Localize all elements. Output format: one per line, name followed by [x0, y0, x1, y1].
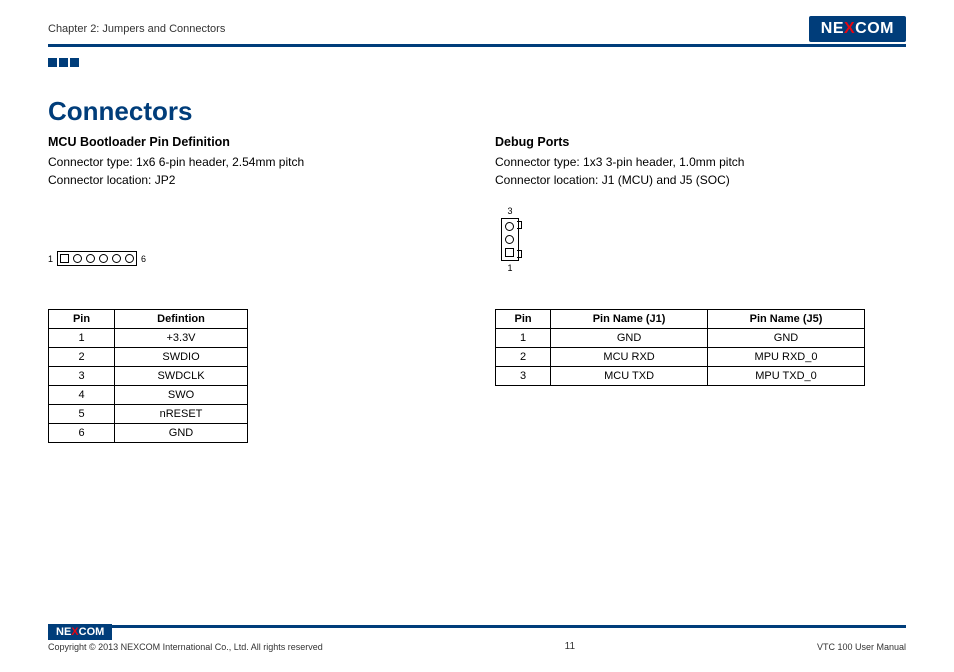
page-header: Chapter 2: Jumpers and Connectors NEXCOM [48, 16, 906, 42]
j1j5-connector-icon: 3 1 [501, 206, 519, 273]
table-row: 3SWDCLK [49, 367, 248, 386]
pin-5-icon [112, 254, 121, 263]
table-header-row: Pin Pin Name (J1) Pin Name (J5) [496, 310, 865, 329]
mcu-bootloader-heading: MCU Bootloader Pin Definition [48, 135, 448, 149]
cell-pin: 3 [49, 367, 115, 386]
page-footer: NEXCOM Copyright © 2013 NEXCOM Internati… [48, 624, 906, 652]
cell-pin: 5 [49, 405, 115, 424]
pin-2-icon [505, 235, 514, 244]
th-pin: Pin [49, 310, 115, 329]
mcu-connector-type: Connector type: 1x6 6-pin header, 2.54mm… [48, 155, 448, 169]
debug-connector-type: Connector type: 1x3 3-pin header, 1.0mm … [495, 155, 895, 169]
cell-pin: 1 [49, 329, 115, 348]
pin-6-icon [125, 254, 134, 263]
nexcom-logo: NEXCOM [809, 16, 906, 42]
th-j1: Pin Name (J1) [551, 310, 708, 329]
left-column: MCU Bootloader Pin Definition Connector … [48, 135, 448, 443]
logo-x: X [844, 20, 855, 37]
table-row: 2MCU RXDMPU RXD_0 [496, 348, 865, 367]
cell-def: SWDIO [115, 348, 248, 367]
jp2-pin1-label: 1 [48, 254, 53, 264]
table-row: 1GNDGND [496, 329, 865, 348]
pin-1-icon [505, 248, 514, 257]
cell-pin: 2 [496, 348, 551, 367]
cell-pin: 1 [496, 329, 551, 348]
pin-2-icon [73, 254, 82, 263]
cell-def: nRESET [115, 405, 248, 424]
pin-3-icon [86, 254, 95, 263]
jp2-body [57, 251, 137, 266]
manual-name: VTC 100 User Manual [817, 642, 906, 652]
j1j5-body [501, 218, 519, 261]
cell-pin: 3 [496, 367, 551, 386]
debug-ports-heading: Debug Ports [495, 135, 895, 149]
cell-def: SWDCLK [115, 367, 248, 386]
cell-j5: GND [708, 329, 865, 348]
table-header-row: Pin Defintion [49, 310, 248, 329]
th-definition: Defintion [115, 310, 248, 329]
page-number: 11 [565, 641, 575, 652]
table-row: 6GND [49, 424, 248, 443]
copyright-text: Copyright © 2013 NEXCOM International Co… [48, 642, 323, 652]
cell-def: SWO [115, 386, 248, 405]
jp2-pin-table: Pin Defintion 1+3.3V 2SWDIO 3SWDCLK 4SWO… [48, 309, 248, 443]
cell-j1: MCU RXD [551, 348, 708, 367]
mcu-connector-location: Connector location: JP2 [48, 173, 448, 187]
table-row: 2SWDIO [49, 348, 248, 367]
page-title: Connectors [48, 96, 192, 127]
cell-pin: 6 [49, 424, 115, 443]
debug-pin-table: Pin Pin Name (J1) Pin Name (J5) 1GNDGND … [495, 309, 865, 386]
pin-4-icon [99, 254, 108, 263]
cell-j5: MPU RXD_0 [708, 348, 865, 367]
jp2-pin6-label: 6 [141, 254, 146, 264]
logo-post: COM [855, 20, 894, 37]
j1j5-pin1-label: 1 [501, 263, 519, 273]
cell-def: GND [115, 424, 248, 443]
cell-pin: 4 [49, 386, 115, 405]
cell-j1: GND [551, 329, 708, 348]
right-column: Debug Ports Connector type: 1x3 3-pin he… [495, 135, 895, 386]
pin-3-icon [505, 222, 514, 231]
cell-pin: 2 [49, 348, 115, 367]
logo-pre: NE [821, 20, 844, 37]
cell-j5: MPU TXD_0 [708, 367, 865, 386]
th-pin: Pin [496, 310, 551, 329]
debug-connector-location: Connector location: J1 (MCU) and J5 (SOC… [495, 173, 895, 187]
jp2-connector-icon: 1 6 [48, 251, 146, 266]
cell-j1: MCU TXD [551, 367, 708, 386]
decorative-squares [48, 58, 79, 67]
chapter-label: Chapter 2: Jumpers and Connectors [48, 23, 225, 35]
cell-def: +3.3V [115, 329, 248, 348]
table-row: 5nRESET [49, 405, 248, 424]
th-j5: Pin Name (J5) [708, 310, 865, 329]
table-row: 4SWO [49, 386, 248, 405]
top-rule [48, 44, 906, 47]
nexcom-logo-small: NEXCOM [48, 624, 112, 640]
j1-j5-diagram: 3 1 [495, 191, 895, 301]
table-row: 3MCU TXDMPU TXD_0 [496, 367, 865, 386]
table-row: 1+3.3V [49, 329, 248, 348]
pin-1-icon [60, 254, 69, 263]
jp2-diagram: 1 6 [48, 191, 448, 301]
footer-left: NEXCOM Copyright © 2013 NEXCOM Internati… [48, 624, 323, 652]
j1j5-pin3-label: 3 [501, 206, 519, 216]
